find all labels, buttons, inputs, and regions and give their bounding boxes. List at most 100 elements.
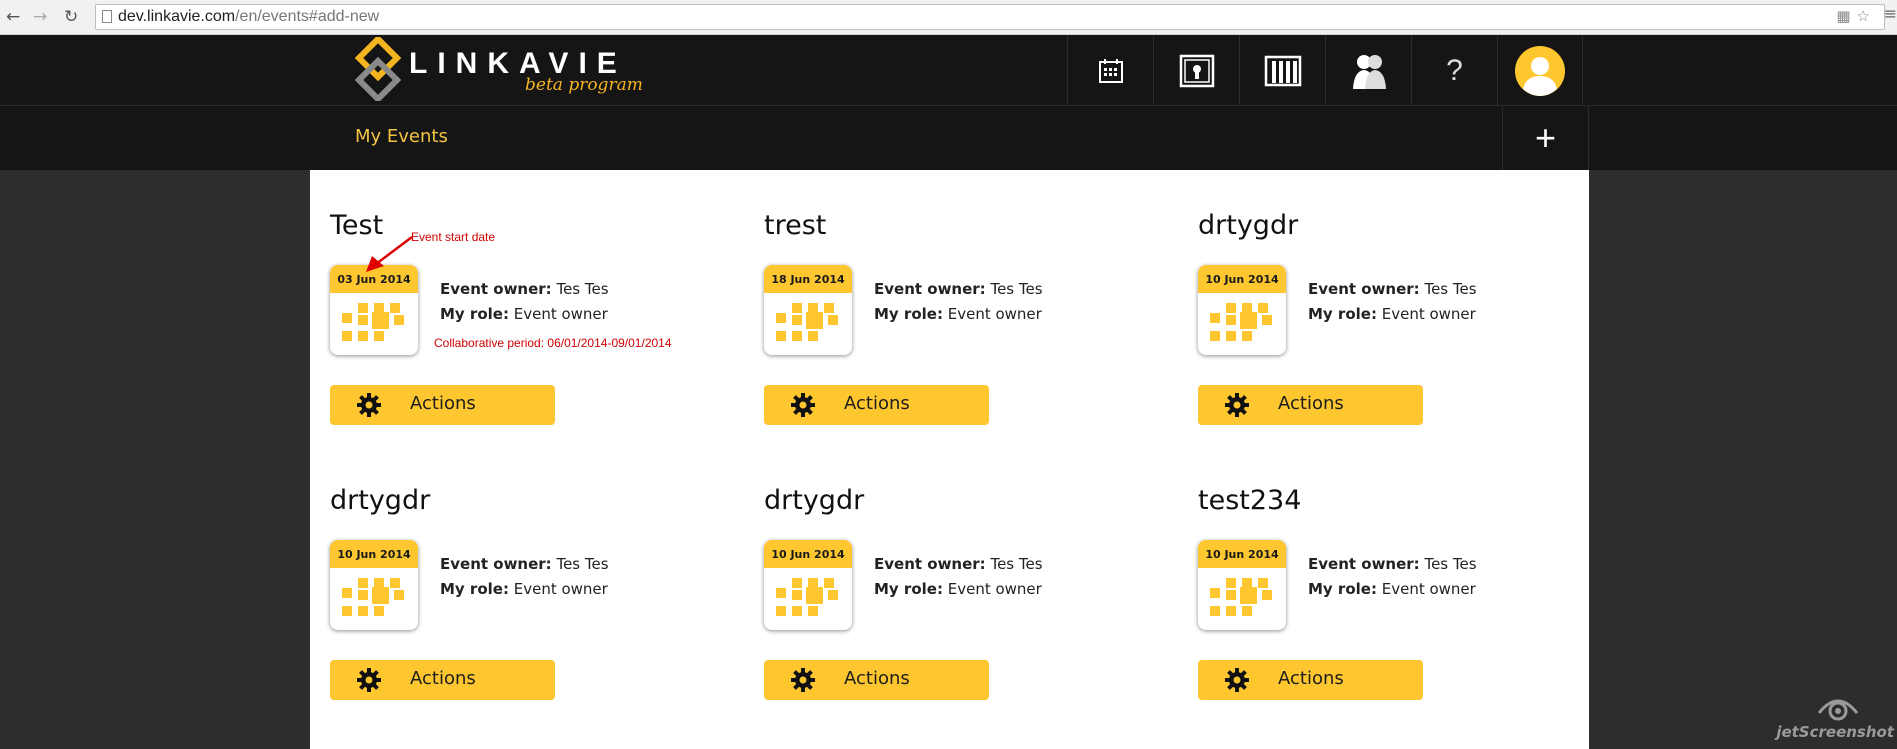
role-label: My role: [1308, 580, 1377, 598]
owner-label: Event owner: [874, 555, 986, 573]
gallery-lock-icon [1179, 54, 1214, 87]
plus-icon: + [1534, 117, 1557, 158]
gear-icon [791, 393, 815, 417]
event-date-badge: 03 Jun 2014 [330, 265, 418, 355]
archive-icon [1264, 55, 1301, 86]
events-grid: Test 03 Jun 2014 Event owner: Tes Tes My… [310, 170, 1589, 749]
event-info: Event owner: Tes Tes My role: Event owne… [1308, 552, 1477, 602]
event-title[interactable]: drtygdr [330, 485, 430, 516]
forward-arrow-icon[interactable]: → [33, 7, 47, 27]
nav-archive[interactable] [1239, 35, 1325, 106]
event-title[interactable]: drtygdr [764, 485, 864, 516]
url-host: dev.linkavie.com [118, 8, 236, 25]
actions-button[interactable]: Actions [764, 660, 989, 700]
menu-icon[interactable]: ≡ [1884, 4, 1897, 23]
url-text[interactable]: dev.linkavie.com/en/events#add-new [118, 8, 379, 26]
owner-label: Event owner: [440, 280, 552, 298]
actions-button[interactable]: Actions [764, 385, 989, 425]
linkavie-logo[interactable]: LINKAVIE beta program [355, 35, 643, 106]
avatar [1515, 45, 1565, 96]
actions-button[interactable]: Actions [330, 660, 555, 700]
event-date-badge: 18 Jun 2014 [764, 265, 852, 355]
back-arrow-icon[interactable]: ← [6, 7, 20, 27]
event-info: Event owner: Tes Tes My role: Event owne… [1308, 277, 1477, 327]
page-icon [102, 10, 112, 23]
event-date-badge: 10 Jun 2014 [764, 540, 852, 630]
owner-label: Event owner: [440, 555, 552, 573]
event-date: 18 Jun 2014 [764, 265, 852, 293]
owner-value: Tes Tes [990, 280, 1043, 298]
actions-label: Actions [844, 668, 910, 689]
add-event-button[interactable]: + [1502, 106, 1589, 170]
actions-label: Actions [410, 668, 476, 689]
actions-button[interactable]: Actions [1198, 660, 1423, 700]
annotation-start-date: Event start date [411, 230, 496, 244]
actions-button[interactable]: Actions [330, 385, 555, 425]
app-header: LINKAVIE beta program ? [0, 35, 1897, 106]
owner-label: Event owner: [1308, 555, 1420, 573]
role-label: My role: [1308, 305, 1377, 323]
event-card: drtygdr 10 Jun 2014 Event owner: Tes Tes… [330, 445, 730, 700]
role-value: Event owner [947, 305, 1042, 323]
owner-label: Event owner: [1308, 280, 1420, 298]
role-value: Event owner [1381, 580, 1476, 598]
owner-value: Tes Tes [1424, 555, 1477, 573]
event-date: 10 Jun 2014 [1198, 265, 1286, 293]
calendar-icon [1098, 58, 1123, 83]
owner-label: Event owner: [874, 280, 986, 298]
logo-mark-icon [355, 37, 401, 101]
event-info: Event owner: Tes Tes My role: Event owne… [874, 552, 1043, 602]
role-label: My role: [874, 305, 943, 323]
role-value: Event owner [513, 580, 608, 598]
event-title[interactable]: test234 [1198, 485, 1301, 516]
jetscreenshot-watermark: jetScreenshot [1776, 695, 1894, 745]
bookmark-star-icon[interactable]: ▦☆ [1836, 7, 1876, 25]
event-card: trest 18 Jun 2014 Event owner: Tes Tes M… [764, 170, 1164, 425]
role-value: Event owner [947, 580, 1042, 598]
actions-button[interactable]: Actions [1198, 385, 1423, 425]
actions-label: Actions [1278, 668, 1344, 689]
nav-help[interactable]: ? [1411, 35, 1497, 106]
nav-calendar[interactable] [1067, 35, 1153, 106]
event-date: 10 Jun 2014 [330, 540, 418, 568]
event-date-badge: 10 Jun 2014 [1198, 540, 1286, 630]
gear-icon [1225, 393, 1249, 417]
reload-icon[interactable]: ↻ [64, 7, 78, 27]
main-nav: ? [1067, 35, 1583, 106]
eye-logo-icon [1817, 699, 1859, 721]
event-card: test234 10 Jun 2014 Event owner: Tes Tes… [1198, 445, 1598, 700]
nav-people[interactable] [1325, 35, 1411, 106]
gear-icon [791, 668, 815, 692]
event-date-badge: 10 Jun 2014 [1198, 265, 1286, 355]
event-date-badge: 10 Jun 2014 [330, 540, 418, 630]
event-info: Event owner: Tes Tes My role: Event owne… [440, 277, 609, 327]
owner-value: Tes Tes [1424, 280, 1477, 298]
event-title[interactable]: trest [764, 210, 826, 241]
nav-gallery[interactable] [1153, 35, 1239, 106]
role-label: My role: [874, 580, 943, 598]
browser-toolbar: ← → ↻ dev.linkavie.com/en/events#add-new… [0, 0, 1897, 35]
gear-icon [357, 393, 381, 417]
annotation-collab-period: Collaborative period: 06/01/2014-09/01/2… [434, 336, 672, 350]
annotation-arrow-icon [366, 236, 413, 272]
owner-value: Tes Tes [556, 555, 609, 573]
logo-tagline: beta program [525, 75, 643, 95]
url-path: /en/events#add-new [235, 8, 380, 25]
page-title: My Events [355, 126, 448, 147]
event-info: Event owner: Tes Tes My role: Event owne… [440, 552, 609, 602]
role-value: Event owner [513, 305, 608, 323]
role-value: Event owner [1381, 305, 1476, 323]
event-date: 10 Jun 2014 [764, 540, 852, 568]
event-info: Event owner: Tes Tes My role: Event owne… [874, 277, 1043, 327]
actions-label: Actions [410, 393, 476, 414]
address-bar[interactable]: dev.linkavie.com/en/events#add-new ▦☆ [95, 4, 1885, 30]
nav-profile[interactable] [1497, 35, 1583, 106]
event-card: Test 03 Jun 2014 Event owner: Tes Tes My… [330, 170, 730, 425]
event-title[interactable]: drtygdr [1198, 210, 1298, 241]
role-label: My role: [440, 580, 509, 598]
gear-icon [357, 668, 381, 692]
page-header: My Events + [0, 106, 1897, 170]
event-card: drtygdr 10 Jun 2014 Event owner: Tes Tes… [764, 445, 1164, 700]
actions-label: Actions [844, 393, 910, 414]
help-icon: ? [1446, 53, 1463, 87]
